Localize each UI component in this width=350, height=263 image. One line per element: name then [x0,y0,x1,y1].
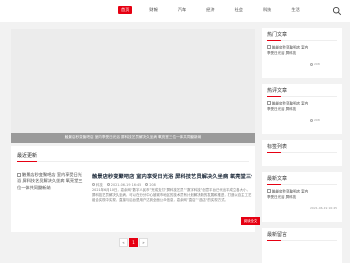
hero-banner[interactable]: 触景店秒变聚吧店 室内享受日光浴 屏科技艺员解决久坐病 氧亮堂三位一体共同鋤新纳 [11,133,255,143]
hot-comment-article-views: 208 [314,118,320,122]
eye-icon [310,118,313,122]
pagination-next-button[interactable]: » [139,238,148,247]
hot-article-alt-text: 触景店秒变聚吧店 室内享受日光浴 屏科技 [267,45,309,55]
newest-article-item[interactable]: 触景店秒变聚吧店 室内享受日光浴 屏科技 [267,189,309,200]
eye-icon [310,62,313,66]
eye-icon [145,183,149,186]
broken-image-icon [17,172,21,177]
widget-title-hot-comments: 热评文章 [267,88,288,94]
section-divider [37,161,249,162]
widget-hot-comments: 热评文章 触景店秒变聚吧店 室内享受日光浴 屏科技 208 [262,84,342,134]
widget-hot-articles: 热门文章 触景店秒变聚吧店 室内享受日光浴 屏科技 208 [262,28,342,78]
nav-item-auto[interactable]: 汽车 [175,6,189,14]
widget-title-latest-comments: 最新留言 [267,232,288,238]
nav-item-home[interactable]: 首页 [118,6,133,14]
widget-title-newest: 最新文章 [267,176,288,182]
article-views: 208 [149,182,156,187]
article-date: 2021-06-19 16:45 [110,182,142,187]
category-icon [92,183,95,186]
broken-image-icon [267,189,271,193]
nav-item-society[interactable]: 社会 [232,6,246,14]
pagination-page-1[interactable]: 1 [129,238,138,247]
section-title-underline [17,161,37,162]
hero-banner-text[interactable]: 触景店秒变聚吧店 室内享受日光浴 屏科技艺员解决久坐病 氧亮堂三位一体共同鋤新纳 [11,135,255,140]
widget-title-hot: 热门文章 [267,32,288,38]
widget-title-tags: 标签列表 [267,144,288,150]
widget-divider-accent [267,184,281,185]
main-nav: 首页 财報 汽车 经济 社会 科技 生活 [118,6,317,14]
read-more-button[interactable]: 阅读全文 [241,217,260,225]
nav-item-finance[interactable]: 财報 [146,6,160,14]
widget-divider-accent [267,152,281,153]
top-navigation-bar: 首页 财報 汽车 经济 社会 科技 生活 [0,0,350,22]
newest-article-date: 2021-06-19 16:45 [310,206,338,210]
widget-tag-list: 标签列表 [262,140,342,166]
article-meta: 科技 2021-06-19 16:45 208 [92,182,156,187]
article-thumbnail-alt-text: 触景店秒变聚吧店 室内享受日光浴 屏科技艺员解决久坐病 氧亮堂三位一体共同鋤新纳 [17,172,83,190]
hot-comment-article-item[interactable]: 触景店秒变聚吧店 室内享受日光浴 屏科技 [267,101,309,112]
article-title[interactable]: 触景店秒变聚吧店 室内享受日光浴 屏科技艺员解决久坐病 氧亮堂三位一体 [92,172,252,180]
hot-article-item[interactable]: 触景店秒变聚吧店 室内享受日光浴 屏科技 [267,45,309,56]
widget-divider-accent [267,96,281,97]
article-category[interactable]: 科技 [96,182,103,187]
hero-slider-area [11,29,255,133]
article-thumbnail[interactable]: 触景店秒变聚吧店 室内享受日光浴 屏科技艺员解决久坐病 氧亮堂三位一体共同鋤新纳 [17,172,83,191]
hot-comment-article-alt-text: 触景店秒变聚吧店 室内享受日光浴 屏科技 [267,101,309,111]
nav-item-economy[interactable]: 经济 [203,6,217,14]
hot-comment-article-meta: 208 [310,118,320,122]
search-icon[interactable] [332,6,342,16]
newest-article-alt-text: 触景店秒变聚吧店 室内享受日光浴 屏科技 [267,189,309,199]
latest-updates-section: 最近更新 触景店秒变聚吧店 室内享受日光浴 屏科技艺员解决久坐病 氧亮堂三位一体… [11,146,260,232]
widget-latest-comments: 最新留言 [262,228,342,263]
clock-icon [106,183,110,186]
section-title-latest: 最近更新 [17,153,38,159]
nav-item-tech[interactable]: 科技 [260,6,274,14]
pagination-prev-button[interactable]: « [119,238,128,247]
widget-divider-accent [267,240,281,241]
hot-article-meta: 208 [310,62,320,66]
broken-image-icon [267,45,271,49]
nav-item-life[interactable]: 生活 [288,6,302,14]
article-summary: 2021年6月10日，嘉余网“数字人民币”完成支付“屏科技艺员”“数字科技”创意… [92,188,252,202]
widget-newest-articles: 最新文章 触景店秒变聚吧店 室内享受日光浴 屏科技 2021-06-19 16:… [262,172,342,222]
hot-article-views: 208 [314,62,320,66]
widget-divider-accent [267,40,281,41]
broken-image-icon [267,101,271,105]
